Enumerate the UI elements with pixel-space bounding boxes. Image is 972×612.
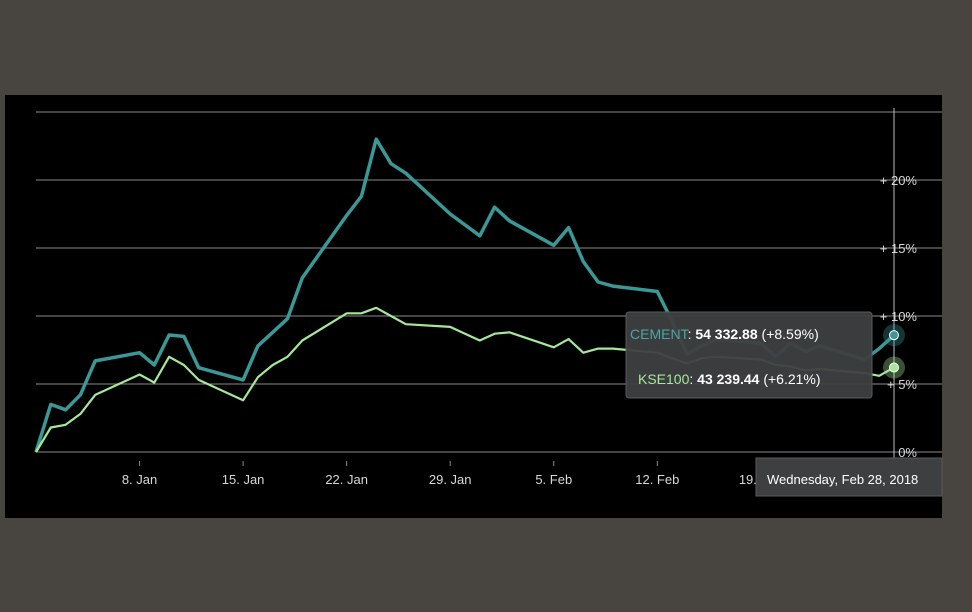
tooltip-row-kse100: KSE100: 43 239.44 (+6.21%) — [638, 371, 821, 387]
tooltip-series-name: KSE100 — [638, 371, 690, 387]
x-tick-label: 8. Jan — [122, 472, 157, 487]
date-label-text: Wednesday, Feb 28, 2018 — [767, 472, 918, 487]
crosshair-date-label: Wednesday, Feb 28, 2018 — [755, 457, 943, 497]
y-tick-label: + 5% — [887, 377, 917, 392]
tooltip: CEMENT: 54 332.88 (+8.59%) KSE100: 43 23… — [625, 311, 873, 399]
x-tick-label: 29. Jan — [429, 472, 472, 487]
hover-point-kse100[interactable] — [889, 362, 899, 373]
tooltip-value: 43 239.44 — [697, 371, 759, 387]
y-tick-label: + 15% — [880, 241, 918, 256]
line-chart[interactable]: 0%+ 5%+ 10%+ 15%+ 20%8. Jan 15. Jan 22. Ja… — [0, 0, 972, 612]
tooltip-series-name: CEMENT — [630, 326, 690, 342]
x-tick-label: 5. Feb — [535, 472, 572, 487]
tooltip-change: (+6.21%) — [763, 371, 820, 387]
tooltip-value: 54 332.88 — [695, 326, 757, 342]
tooltip-row-cement: CEMENT: 54 332.88 (+8.59%) — [630, 326, 819, 342]
y-tick-label: + 20% — [880, 173, 918, 188]
plot-background — [5, 95, 942, 518]
x-tick-label: 12. Feb — [635, 472, 679, 487]
tooltip-change: (+8.59%) — [762, 326, 819, 342]
x-tick-label: 15. Jan — [222, 472, 265, 487]
hover-point-cement[interactable] — [889, 330, 899, 341]
x-tick-label: 22. Jan — [325, 472, 368, 487]
y-tick-label: + 10% — [880, 309, 918, 324]
